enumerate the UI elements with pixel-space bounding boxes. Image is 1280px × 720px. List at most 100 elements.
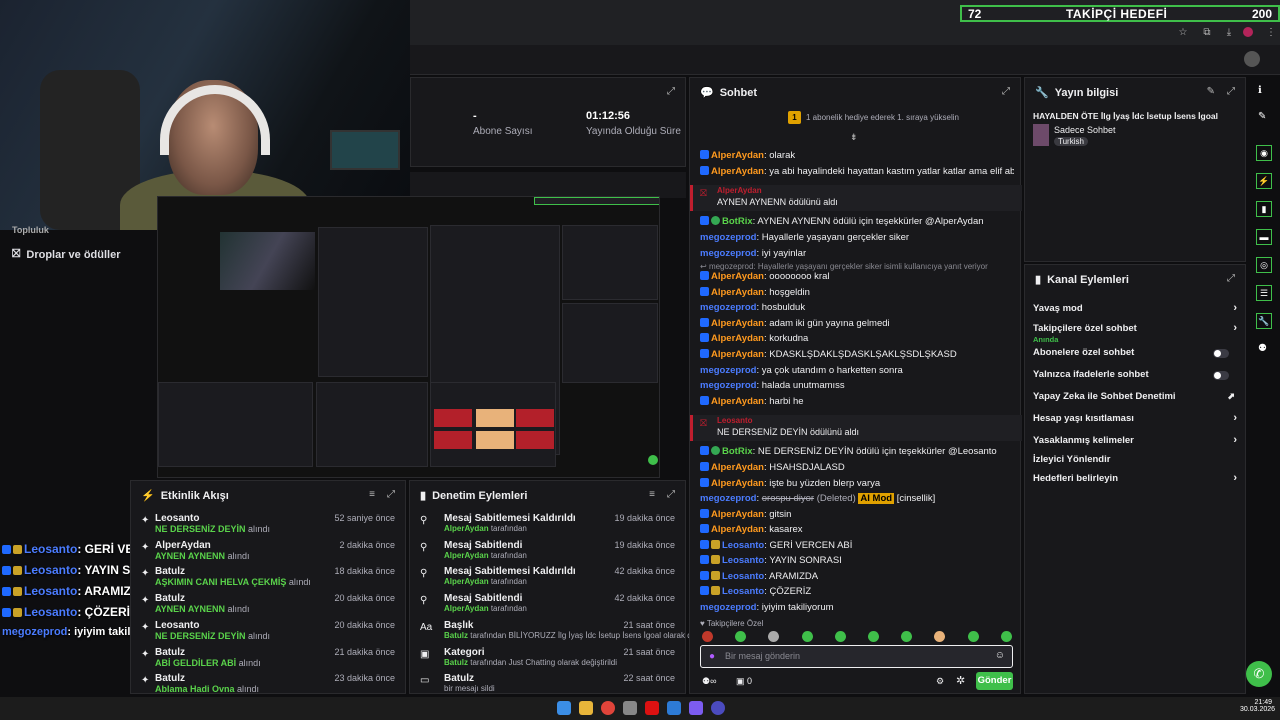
chevron-right-icon: › xyxy=(1233,434,1237,446)
sidebar-item-drops[interactable]: ⛝ Droplar ve ödüller xyxy=(12,248,121,261)
channel-action-row[interactable]: Takipçilere özel sohbet Anında › xyxy=(1033,322,1237,344)
opera-icon[interactable] xyxy=(645,701,659,715)
emote-icon[interactable] xyxy=(735,631,747,642)
popout-icon[interactable]: ⤢ xyxy=(667,489,675,500)
popout-icon[interactable]: ⤢ xyxy=(1227,273,1235,284)
preview-tile xyxy=(476,409,514,427)
mod-action-item[interactable]: ⚲ Mesaj Sabitlemesi Kaldırıldı AlperAydan … xyxy=(420,513,677,537)
emote-icon[interactable] xyxy=(1000,631,1012,642)
menu-icon[interactable]: ⋮ xyxy=(1264,27,1278,38)
emote-icon[interactable] xyxy=(702,631,713,642)
emote-icon[interactable] xyxy=(868,631,879,642)
send-button[interactable]: Gönder xyxy=(976,672,1013,690)
activity-item[interactable]: ✦ Batulz AYNEN AYNENN alındı 20 dakika önce xyxy=(141,593,397,617)
channel-action-row[interactable]: Yasaklanmış kelimeler › xyxy=(1033,434,1237,451)
rail-card-icon[interactable]: ▮ xyxy=(1256,201,1272,217)
chrome-icon[interactable] xyxy=(601,701,615,715)
start-icon[interactable] xyxy=(557,701,571,715)
app-icon[interactable] xyxy=(623,701,637,715)
popout-icon[interactable]: ⤢ xyxy=(667,86,675,97)
activity-item[interactable]: ✦ Leosanto NE DERSENİZ DEYİN alındı 20 daki… xyxy=(141,620,397,644)
rail-broadcast-icon[interactable]: ◎ xyxy=(1256,257,1272,273)
edge-icon[interactable] xyxy=(667,701,681,715)
profile-avatar[interactable] xyxy=(1243,27,1253,37)
chat-message: AlperAydan: harbi he xyxy=(700,396,1014,407)
popout-icon[interactable]: ⤢ xyxy=(1227,86,1235,97)
activity-item[interactable]: ✦ Leosanto NE DERSENİZ DEYİN alındı 52 sani… xyxy=(141,513,397,537)
emoji-icon[interactable]: ☺ xyxy=(995,650,1005,661)
filter-icon[interactable]: ≡ xyxy=(369,489,375,500)
chat-input[interactable]: ● Bir mesaj gönderin ☺ xyxy=(700,645,1013,668)
discord-icon[interactable] xyxy=(689,701,703,715)
tag-badge[interactable]: Turkish xyxy=(1054,137,1088,146)
chat-message: AlperAydan: adam iki gün yayına gelmedi xyxy=(700,318,1014,329)
channel-action-row[interactable]: Yapay Zeka ile Sohbet Denetimi ⬈ xyxy=(1033,391,1237,407)
emote-icon[interactable] xyxy=(967,631,979,642)
mod-action-item[interactable]: ▭ Batulz bir mesajı sildi 22 saat önce xyxy=(420,673,677,697)
settings-icon[interactable]: ⚙ xyxy=(936,676,944,687)
emote-icon[interactable] xyxy=(768,631,780,642)
badge-icon xyxy=(700,396,709,405)
mod-action-item[interactable]: ▣ Kategori Batulz tarafından Just Chatting… xyxy=(420,647,677,671)
toggle-switch[interactable] xyxy=(1213,349,1229,358)
bot-badge-icon xyxy=(711,446,720,455)
info-icon[interactable]: ℹ xyxy=(1258,85,1262,96)
chat-message: megozeprod: hosbulduk xyxy=(700,302,806,313)
emote-icon[interactable] xyxy=(801,631,813,642)
channel-action-row[interactable]: İzleyici Yönlendir xyxy=(1033,454,1237,470)
redeem-message: Leosanto NE DERSENİZ DEYİN ödülünü aldı … xyxy=(690,415,1022,441)
floating-action-button[interactable]: ✆ xyxy=(1246,661,1272,687)
emote-icon[interactable] xyxy=(901,631,913,642)
stream-preview[interactable] xyxy=(157,196,660,478)
sidebar-item-community[interactable]: Topluluk xyxy=(12,225,49,235)
popout-icon[interactable]: ⤢ xyxy=(387,489,395,500)
star-icon[interactable]: ☆ xyxy=(1176,27,1190,38)
scroll-down-icon[interactable]: ⇟ xyxy=(850,132,858,143)
rail-list-icon[interactable]: ☰ xyxy=(1256,285,1272,301)
stream-title: HAYALDEN ÖTE İlg İyaş İdc İsetup İsens İ… xyxy=(1033,111,1219,121)
channel-action-row[interactable]: Yavaş mod › xyxy=(1033,302,1237,319)
chat-message: Leosanto: ÇÖZERİZ xyxy=(700,586,1014,597)
popout-icon[interactable]: ⤢ xyxy=(1002,86,1010,97)
toggle-switch[interactable] xyxy=(1213,371,1229,380)
channel-action-row[interactable]: Hesap yaşı kısıtlaması › xyxy=(1033,412,1237,429)
mod-action-icon: ⚲ xyxy=(420,568,428,580)
mod-action-item[interactable]: ⚲ Mesaj Sabitlendi AlperAydan tarafından 19… xyxy=(420,540,677,564)
emote-icon[interactable] xyxy=(834,631,846,642)
activity-item[interactable]: ✦ AlperAydan AYNEN AYNENN alındı 2 dakika ö… xyxy=(141,540,397,564)
rail-wrench-icon[interactable]: 🔧 xyxy=(1256,313,1272,329)
extensions-icon[interactable]: ⧉ xyxy=(1200,27,1214,38)
infinity-icon[interactable]: ⚉∞ xyxy=(702,676,716,687)
chat-panel: 💬 Sohbet ⤢ 1 1 abonelik hediye ederek 1. … xyxy=(689,77,1022,694)
category-name[interactable]: Sadece Sohbet xyxy=(1054,125,1116,135)
mod-action-item[interactable]: ⚲ Mesaj Sabitlemesi Kaldırıldı AlperAydan … xyxy=(420,566,677,590)
mod-action-item[interactable]: Aa Başlık Batulz tarafından BİLİYORUZZ İlg… xyxy=(420,620,723,644)
rail-add-icon[interactable]: ⚉ xyxy=(1258,343,1267,354)
user-avatar[interactable] xyxy=(1244,51,1260,67)
edit-icon[interactable]: ✎ xyxy=(1207,86,1215,97)
rail-stats-icon[interactable]: ◉ xyxy=(1256,145,1272,161)
rail-bolt-icon[interactable]: ⚡ xyxy=(1256,173,1272,189)
obs-icon[interactable] xyxy=(711,701,725,715)
activity-item[interactable]: ✦ Batulz AŞKIMIN CANI HELVA ÇEKMİŞ alındı 1… xyxy=(141,566,397,590)
channel-action-row[interactable]: Abonelere özel sohbet xyxy=(1033,347,1237,363)
rail-chat-icon[interactable]: ▬ xyxy=(1256,229,1272,245)
download-icon[interactable]: ⤓ xyxy=(1222,27,1236,38)
activity-item[interactable]: ✦ Batulz Ablama Hadi Ovna alındı 23 dakika … xyxy=(141,673,397,697)
channel-action-row[interactable]: Hedefleri belirleyin › xyxy=(1033,472,1237,489)
filter-icon[interactable]: ≡ xyxy=(649,489,655,500)
gear-icon[interactable]: ✲ xyxy=(956,674,965,687)
clock[interactable]: 21:49 30.03.2026 xyxy=(1240,699,1275,713)
activity-item[interactable]: ✦ Batulz ABİ GELDİLER ABİ alındı 21 dakika … xyxy=(141,647,397,671)
sub-leaderboard-banner[interactable]: 1 1 abonelik hediye ederek 1. sıraya yük… xyxy=(788,111,959,124)
activity-feed-panel: ⚡ Etkinlik Akışı ≡ ⤢ ✦ Leosanto NE DERSENİZ… xyxy=(130,480,406,694)
channel-action-row[interactable]: Yalnızca ifadelerle sohbet xyxy=(1033,369,1237,385)
badge-icon xyxy=(700,287,709,296)
pencil-icon[interactable]: ✎ xyxy=(1258,111,1266,122)
mod-actions-panel: ▮ Denetim Eylemleri ≡ ⤢ ⚲ Mesaj Sabitlemes… xyxy=(409,480,723,697)
overlay-line: Leosanto: ARAMIZDA xyxy=(2,584,148,598)
explorer-icon[interactable] xyxy=(579,701,593,715)
emote-icon[interactable] xyxy=(934,631,946,642)
mod-action-item[interactable]: ⚲ Mesaj Sabitlendi AlperAydan tarafından 42… xyxy=(420,593,677,617)
mic-icon[interactable]: ● xyxy=(709,651,715,662)
